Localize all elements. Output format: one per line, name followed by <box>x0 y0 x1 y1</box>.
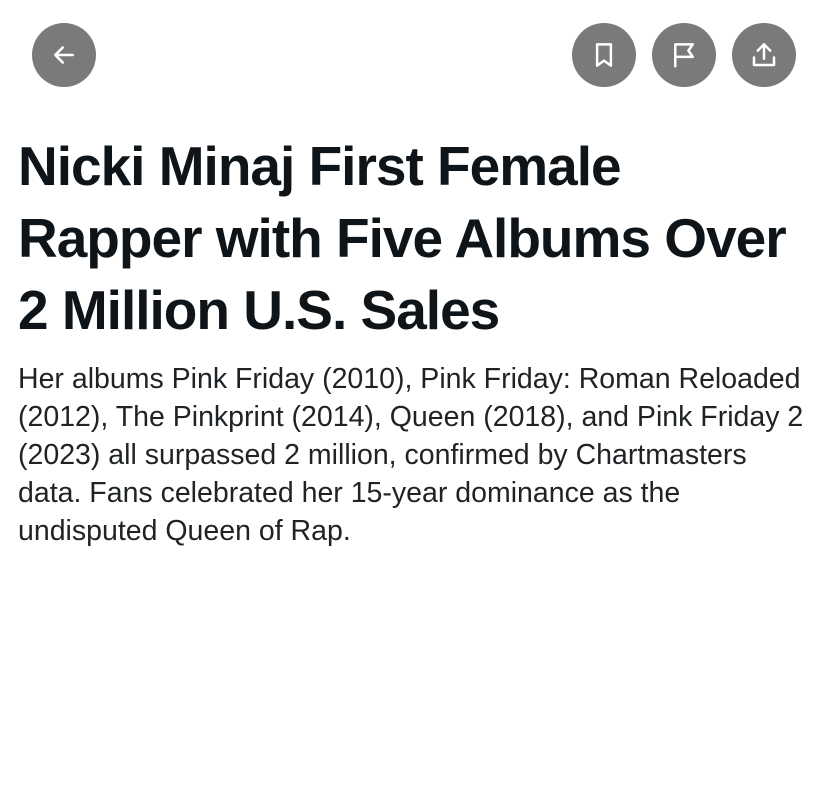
share-button[interactable] <box>732 23 796 87</box>
bookmark-icon <box>595 43 613 67</box>
back-button[interactable] <box>32 23 96 87</box>
top-toolbar <box>0 0 828 110</box>
bookmark-button[interactable] <box>572 23 636 87</box>
arrow-left-icon <box>54 46 74 64</box>
report-button[interactable] <box>652 23 716 87</box>
flag-icon <box>674 43 694 68</box>
article-summary: Her albums Pink Friday (2010), Pink Frid… <box>18 363 804 547</box>
article: Nicki Minaj First Female Rapper with Fiv… <box>18 130 808 550</box>
share-upload-icon <box>752 43 776 67</box>
article-headline: Nicki Minaj First Female Rapper with Fiv… <box>18 135 787 341</box>
